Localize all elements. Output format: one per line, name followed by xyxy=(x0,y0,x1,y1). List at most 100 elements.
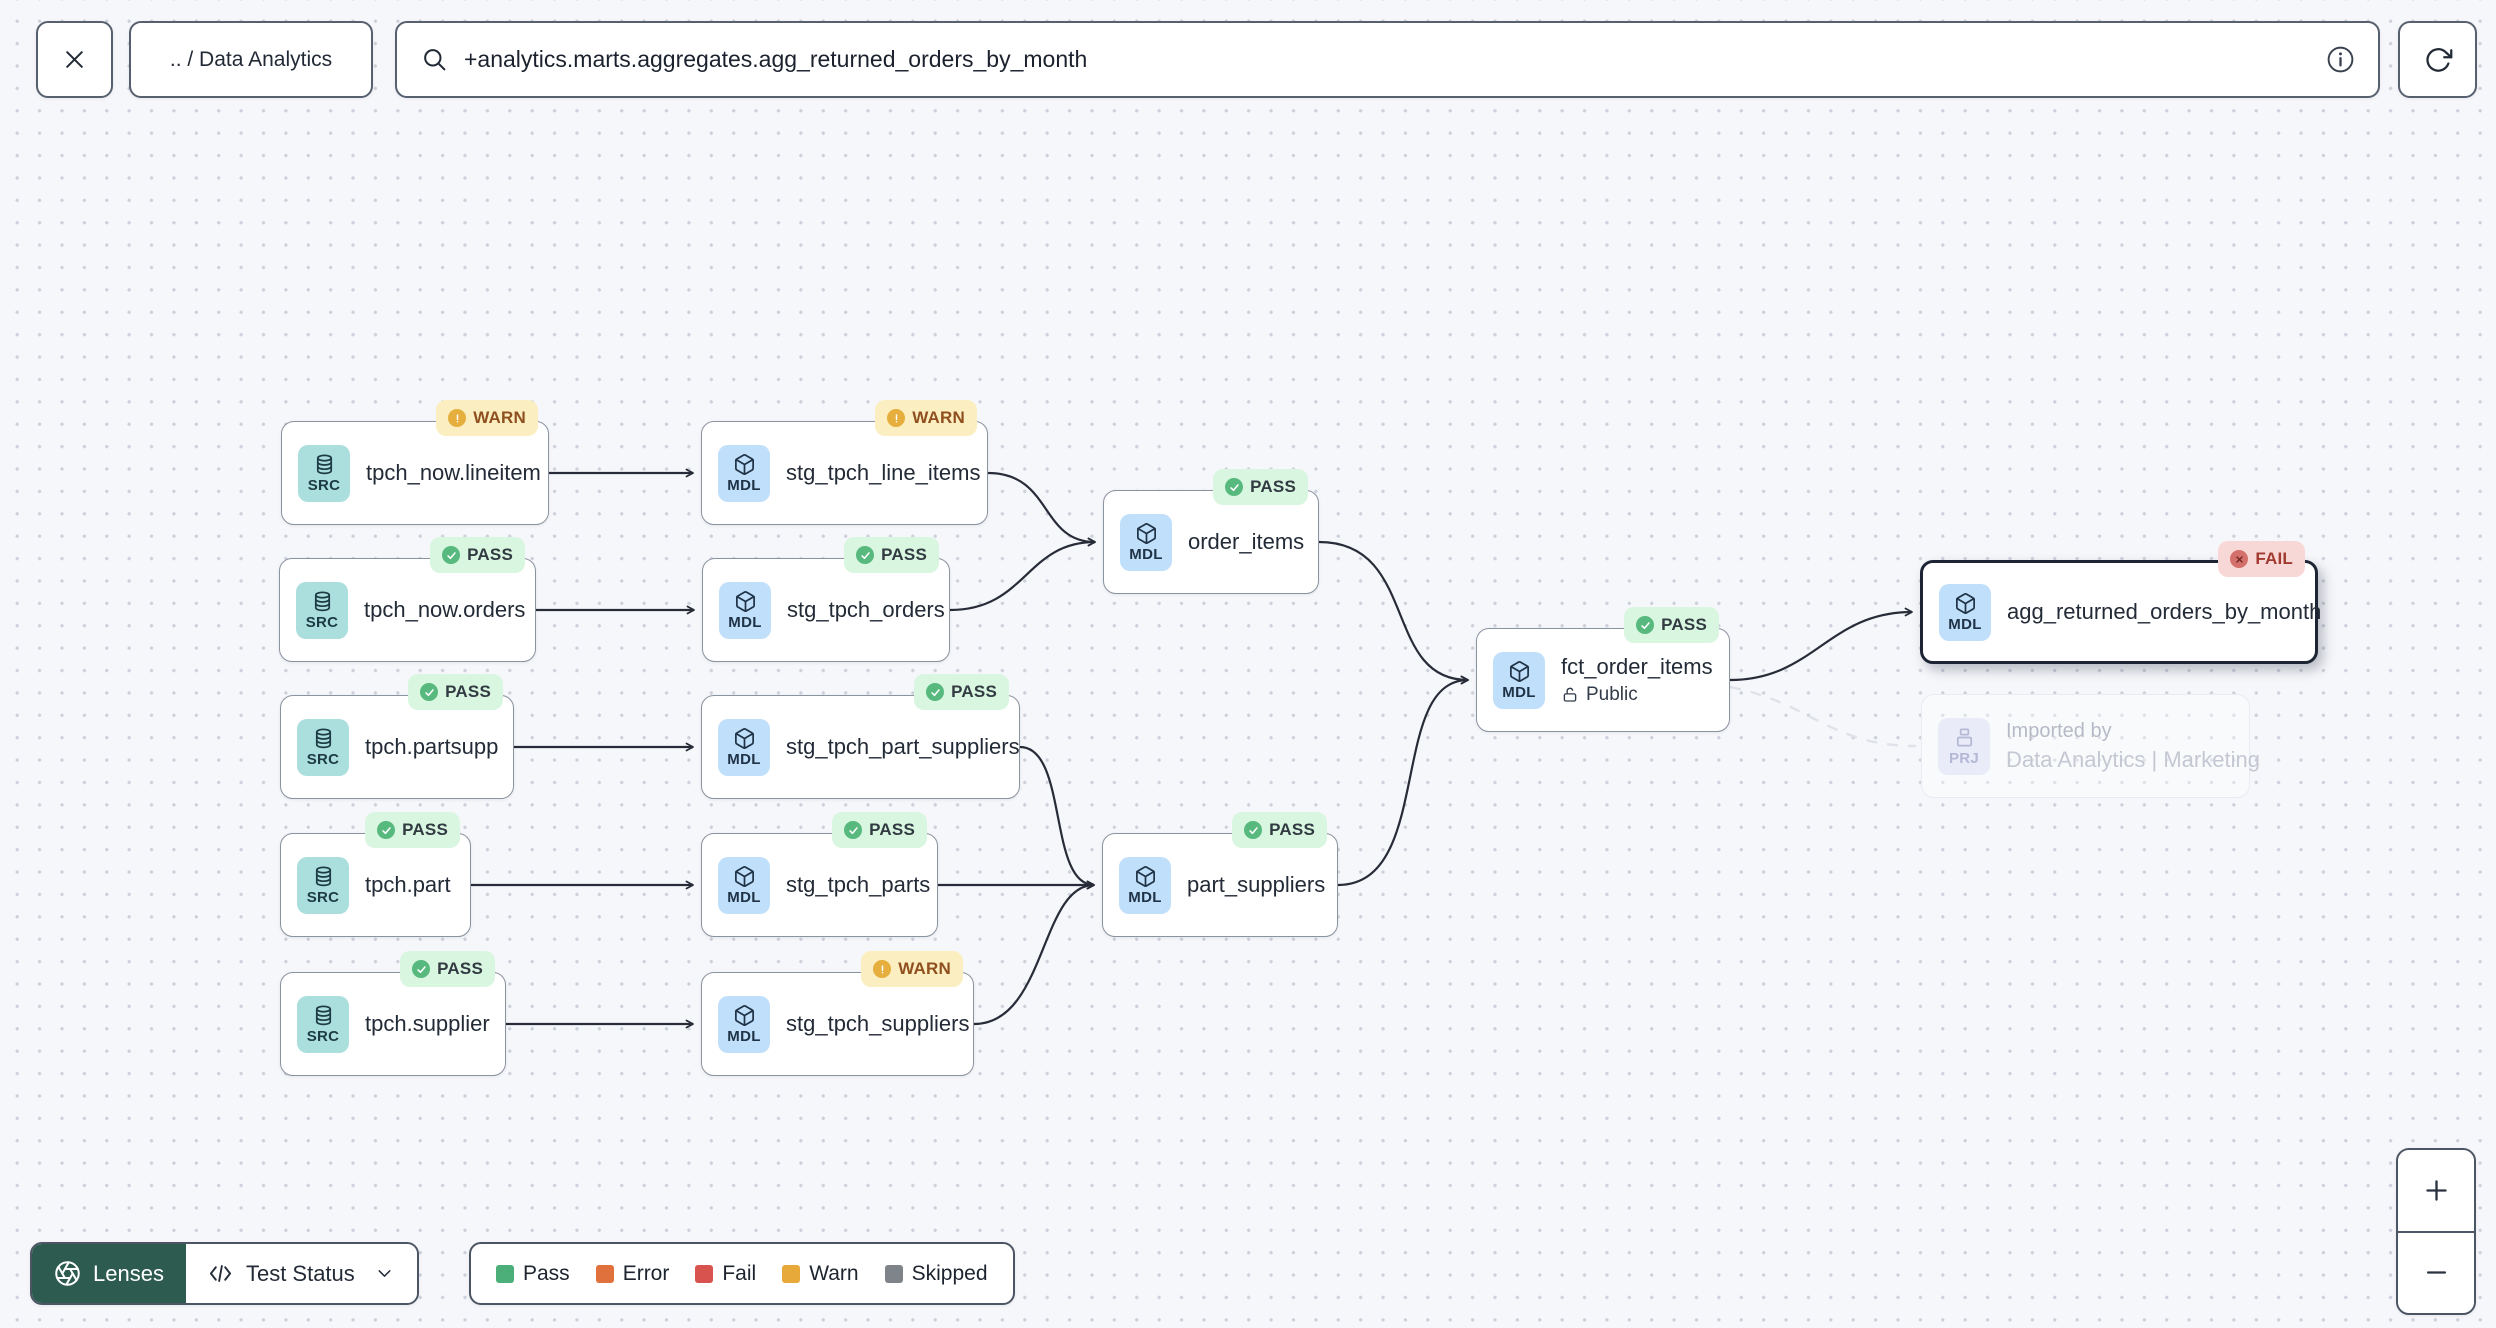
node-label: stg_tpch_suppliers xyxy=(786,1011,970,1036)
src-type-icon: SRC xyxy=(297,995,349,1053)
status-badge-pass: PASS xyxy=(832,812,927,848)
legend-swatch xyxy=(782,1264,801,1283)
legend-label: Warn xyxy=(809,1261,859,1285)
refresh-button[interactable] xyxy=(2398,21,2477,98)
node-tpch_partsupp[interactable]: SRC tpch.partsupp PASS xyxy=(280,674,514,799)
node-label: Imported by xyxy=(2006,719,2112,742)
status-badge-pass: PASS xyxy=(430,537,525,573)
mdl-type-icon: MDL xyxy=(1120,513,1172,571)
refresh-icon xyxy=(2425,47,2452,72)
plus-icon xyxy=(2425,1180,2447,1201)
src-type-icon: SRC xyxy=(296,581,348,639)
mdl-type-icon: MDL xyxy=(1939,583,1991,641)
node-label: tpch.partsupp xyxy=(365,734,499,759)
mdl-type-icon: MDL xyxy=(718,718,770,776)
status-badge-fail: FAIL xyxy=(2218,541,2305,577)
visibility-label: Public xyxy=(1561,684,1713,706)
legend-item-fail: Fail xyxy=(695,1262,756,1286)
node-stg_tpch_part_suppliers[interactable]: MDL stg_tpch_part_suppliers PASS xyxy=(701,674,1020,799)
chevron-down-icon xyxy=(378,1270,391,1277)
legend-label: Pass xyxy=(523,1261,570,1285)
status-badge-pass: PASS xyxy=(365,812,460,848)
node-imported_by_project[interactable]: PRJ Imported by Data Analytics | Marketing xyxy=(1921,694,2260,798)
info-icon[interactable] xyxy=(2325,44,2356,75)
node-label: stg_tpch_parts xyxy=(786,872,931,897)
aperture-icon xyxy=(55,1261,80,1286)
node-agg_returned_orders_by_month[interactable]: MDL agg_returned_orders_by_month FAIL xyxy=(1920,541,2321,664)
close-icon xyxy=(66,51,83,68)
zoom-out-button[interactable] xyxy=(2398,1232,2474,1313)
exclaim-icon xyxy=(887,409,906,427)
src-type-icon: SRC xyxy=(297,856,349,914)
edge-stg_tpch_part_suppliers-to-part_suppliers xyxy=(1019,745,1095,890)
legend-swatch xyxy=(695,1264,714,1283)
node-label: tpch.part xyxy=(365,872,451,897)
search-bar[interactable] xyxy=(395,21,2380,98)
lock-open-icon xyxy=(1561,686,1579,704)
lens-selector-label: Test Status xyxy=(245,1260,355,1286)
check-icon xyxy=(1225,478,1244,496)
legend-item-warn: Warn xyxy=(782,1261,859,1286)
node-order_items[interactable]: MDL order_items PASS xyxy=(1103,469,1319,594)
mdl-type-icon: MDL xyxy=(1493,651,1545,709)
status-badge-pass: PASS xyxy=(914,674,1009,710)
check-icon xyxy=(442,546,461,564)
check-icon xyxy=(856,546,875,564)
check-icon xyxy=(1636,616,1655,634)
status-badge-pass: PASS xyxy=(1213,469,1308,505)
edge-fct_order_items-to-agg_returned_orders_by_month xyxy=(1729,607,1913,682)
lineage-canvas[interactable]: SRC tpch_now.lineitem WARN SRC tpch_now.orde… xyxy=(0,0,2496,1328)
mdl-type-icon: MDL xyxy=(719,581,771,639)
close-button[interactable] xyxy=(36,21,113,98)
lens-selector-test-status[interactable]: Test Status xyxy=(185,1244,417,1303)
node-label: tpch.supplier xyxy=(365,1011,490,1036)
legend-item-skipped: Skipped xyxy=(884,1262,988,1286)
node-label: stg_tpch_part_suppliers xyxy=(786,734,1020,759)
legend-item-pass: Pass xyxy=(496,1262,570,1286)
mdl-type-icon: MDL xyxy=(718,444,770,502)
node-label: tpch_now.orders xyxy=(364,597,526,622)
node-tpch_part[interactable]: SRC tpch.part PASS xyxy=(280,812,471,937)
node-stg_tpch_line_items[interactable]: MDL stg_tpch_line_items WARN xyxy=(701,400,988,525)
edge-stg_tpch_suppliers-to-part_suppliers xyxy=(973,880,1095,1026)
node-stg_tpch_parts[interactable]: MDL stg_tpch_parts PASS xyxy=(701,812,938,937)
edge-fct_order_items-to-imported_by_project xyxy=(1729,685,1917,748)
cross-icon xyxy=(2230,550,2249,568)
search-input[interactable] xyxy=(464,46,2309,73)
node-tpch_supplier[interactable]: SRC tpch.supplier PASS xyxy=(280,951,506,1076)
edge-order_items-to-fct_order_items xyxy=(1318,540,1469,685)
status-badge-pass: PASS xyxy=(1624,607,1719,643)
lenses-label: Lenses xyxy=(93,1260,164,1286)
node-tpch_now_lineitem[interactable]: SRC tpch_now.lineitem WARN xyxy=(281,400,549,525)
legend-swatch xyxy=(496,1264,514,1283)
lenses-button[interactable]: Lenses xyxy=(32,1244,186,1303)
status-badge-warn: WARN xyxy=(861,951,963,987)
check-icon xyxy=(420,683,439,701)
node-tpch_now_orders[interactable]: SRC tpch_now.orders PASS xyxy=(279,537,536,662)
mdl-type-icon: MDL xyxy=(718,995,770,1053)
src-type-icon: SRC xyxy=(298,444,350,502)
node-sublabel: Data Analytics | Marketing xyxy=(2006,746,2260,772)
legend-label: Error xyxy=(622,1261,670,1285)
edge-part_suppliers-to-fct_order_items xyxy=(1337,675,1469,887)
node-part_suppliers[interactable]: MDL part_suppliers PASS xyxy=(1102,812,1338,937)
status-badge-pass: PASS xyxy=(1232,812,1327,848)
zoom-in-button[interactable] xyxy=(2398,1150,2474,1233)
test-status-legend: Pass Error Fail Warn Skipped xyxy=(469,1242,1015,1305)
node-fct_order_items[interactable]: MDL fct_order_items Public PASS xyxy=(1476,607,1730,732)
status-badge-pass: PASS xyxy=(408,674,503,710)
src-type-icon: SRC xyxy=(297,718,349,776)
node-stg_tpch_orders[interactable]: MDL stg_tpch_orders PASS xyxy=(702,537,950,662)
edge-layer xyxy=(471,468,1917,1029)
exclaim-icon xyxy=(873,960,892,978)
check-icon xyxy=(926,683,945,701)
status-badge-pass: PASS xyxy=(844,537,939,573)
mdl-type-icon: MDL xyxy=(1119,856,1171,914)
status-badge-warn: WARN xyxy=(875,400,977,436)
node-label: part_suppliers xyxy=(1187,872,1326,897)
status-badge-pass: PASS xyxy=(400,951,495,987)
breadcrumb[interactable]: .. / Data Analytics xyxy=(129,21,373,98)
legend-swatch xyxy=(884,1264,903,1283)
node-stg_tpch_suppliers[interactable]: MDL stg_tpch_suppliers WARN xyxy=(701,951,974,1076)
node-label: order_items xyxy=(1188,529,1305,554)
